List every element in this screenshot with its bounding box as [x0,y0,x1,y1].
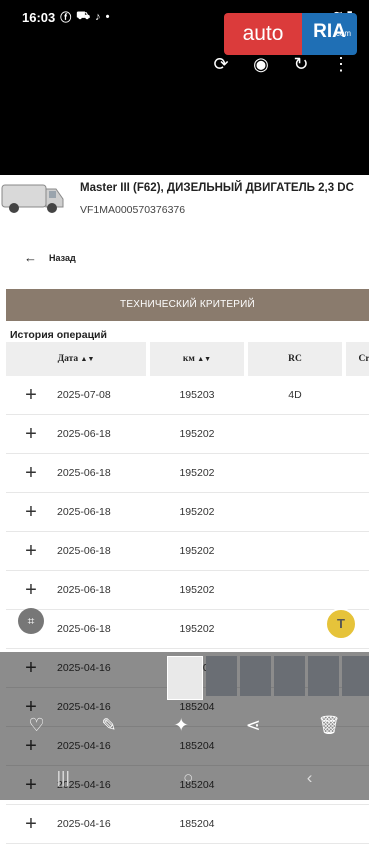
next-cell [344,531,369,571]
table-row: +2025-04-16185204 [6,804,369,844]
sparkle-icon[interactable]: ✦ [174,715,189,736]
back-link[interactable]: ← Назад [24,250,76,265]
android-nav-bar: ||| ○ ‹ [0,768,369,788]
next-cell [344,453,369,493]
km-cell: 195202 [148,531,246,571]
logo-ria: RIA .com [302,13,357,55]
expand-plus-icon[interactable]: + [6,531,56,571]
date-cell: 2025-06-18 [56,492,148,532]
gallery-actions: ♡ ✎ ✦ ⋖ 🗑 [0,715,369,736]
km-header-label: км [182,354,195,364]
vehicle-vin: VF1MA000570376376 [80,204,186,216]
rc-cell: 4D [246,376,344,415]
km-header[interactable]: км ▲▼ [148,342,248,376]
status-bar: 16:03 ⓕ ⛟ ♪ • [22,9,109,25]
km-cell: 195202 [148,492,246,532]
media-viewer-topbar: 16:03 ⓕ ⛟ ♪ • ≋ ▮ auto RIA.com ⟳ ◉ ↻ ⋮ [0,0,369,175]
expand-plus-icon[interactable]: + [6,376,56,415]
table-row: +2025-07-08 195203 4D [6,376,369,415]
thumbnail[interactable] [308,656,339,696]
km-cell: 195203 [148,376,246,415]
next-cell [344,492,369,532]
expand-plus-icon[interactable]: + [6,570,56,610]
vehicle-title: Master III (F62), ДИЗЕЛЬНЫЙ ДВИГАТЕЛЬ 2,… [80,182,354,194]
technical-criteria-bar[interactable]: ТЕХНИЧЕСКИЙ КРИТЕРИЙ [6,289,369,321]
next-cell [344,804,369,844]
expand-plus-icon[interactable]: + [6,804,56,844]
km-cell: 185204 [148,804,246,844]
table-row: +2025-06-18195202 [6,492,369,532]
rc-cell [246,453,344,493]
arrow-left-icon: ← [24,250,37,265]
share-icon[interactable]: ⋖ [246,715,261,736]
expand-plus-icon[interactable]: + [6,414,56,454]
thumbnail-selected[interactable] [167,656,203,700]
history-label: История операций [10,329,107,341]
car-icon: ⛟ [76,10,91,22]
dot-icon: • [105,11,110,23]
rc-header: RC [246,342,346,376]
date-header[interactable]: Дата ▲▼ [6,342,150,376]
clock: 16:03 [22,9,56,25]
rotate-icon[interactable]: ⟳ [211,54,231,74]
logo-auto: auto [224,13,302,55]
thumbnail[interactable] [342,656,369,696]
back-label: Назад [49,252,76,263]
table-row: +2025-06-18195202 [6,570,369,610]
expand-plus-icon[interactable]: + [6,492,56,532]
crop-icon[interactable]: ⌗ [18,608,44,634]
rc-cell [246,531,344,571]
sort-icon: ▲▼ [197,355,212,363]
rc-cell [246,570,344,610]
date-cell: 2025-04-16 [56,804,148,844]
more-icon[interactable]: ⋮ [331,54,351,74]
facebook-icon: ⓕ [60,12,72,24]
expand-plus-icon[interactable]: + [6,453,56,493]
viewer-tools: ⟳ ◉ ↻ ⋮ [211,54,351,74]
trash-icon[interactable]: 🗑 [318,715,341,736]
date-cell: 2025-06-18 [56,570,148,610]
home-icon[interactable]: ○ [183,768,193,788]
rc-cell [246,804,344,844]
date-header-label: Дата [57,354,79,364]
back-nav-icon[interactable]: ‹ [307,768,313,788]
date-cell: 2025-06-18 [56,609,148,649]
table-row: +2025-06-18195202 [6,609,369,649]
km-cell: 195202 [148,570,246,610]
sort-icon: ▲▼ [80,355,95,363]
rc-cell [246,492,344,532]
km-cell: 195202 [148,609,246,649]
vehicle-header: Master III (F62), ДИЗЕЛЬНЫЙ ДВИГАТЕЛЬ 2,… [0,175,369,230]
table-row: +2025-06-18195202 [6,414,369,454]
thumbnail[interactable] [240,656,271,696]
autoria-logo: auto RIA .com [224,13,357,55]
recents-icon[interactable]: ||| [57,768,70,788]
table-header-row: Дата ▲▼ км ▲▼ RC Cr [6,342,369,376]
date-cell: 2025-06-18 [56,531,148,571]
date-cell: 2025-06-18 [56,453,148,493]
thumbnail[interactable] [274,656,305,696]
date-cell: 2025-06-18 [56,414,148,454]
van-image [1,184,64,213]
date-cell: 2025-07-08 [56,376,148,415]
logo-com: .com [333,29,351,38]
next-cell [344,570,369,610]
text-extract-label: T [337,616,345,631]
text-extract-button[interactable]: T [325,608,357,640]
km-cell: 195202 [148,414,246,454]
edit-ai-icon[interactable]: ↻ [291,54,311,74]
tiktok-icon: ♪ [95,11,101,23]
next-header: Cr [344,342,369,376]
pencil-icon[interactable]: ✎ [102,715,117,736]
table-row: +2025-06-18195202 [6,531,369,571]
eye-icon[interactable]: ◉ [251,54,271,74]
next-cell [344,414,369,454]
km-cell: 195202 [148,453,246,493]
thumbnail-strip [167,656,369,700]
thumbnail[interactable] [206,656,237,696]
next-cell [344,376,369,415]
rc-cell [246,414,344,454]
table-row: +2025-06-18195202 [6,453,369,493]
heart-icon[interactable]: ♡ [28,715,44,736]
